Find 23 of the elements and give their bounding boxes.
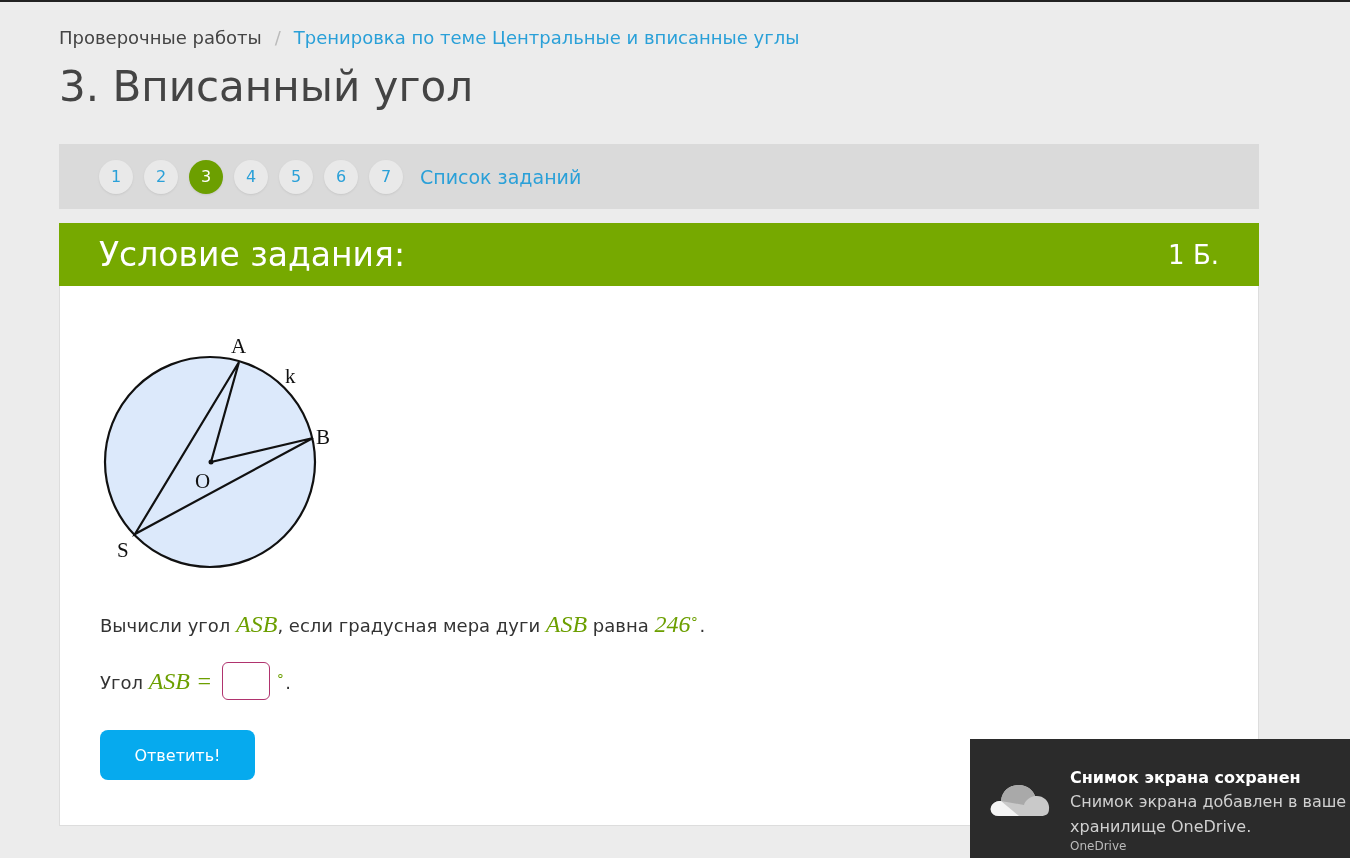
breadcrumb-separator: / bbox=[274, 27, 281, 48]
breadcrumb-link[interactable]: Тренировка по теме Центральные и вписанные углы bbox=[293, 27, 800, 48]
points-label: 1 Б. bbox=[1168, 239, 1219, 270]
notification-text: Снимок экрана добавлен в ваше bbox=[1070, 791, 1347, 813]
notification-text: хранилище OneDrive. bbox=[1070, 816, 1253, 838]
page-title: 3. Вписанный угол bbox=[59, 62, 474, 113]
breadcrumb-link[interactable]: Проверочные работы bbox=[59, 27, 262, 48]
page-number-button[interactable]: 6 bbox=[324, 159, 358, 194]
task-list-link[interactable]: Список заданий bbox=[420, 165, 582, 188]
page-number-button[interactable]: 4 bbox=[234, 159, 268, 194]
submit-button[interactable]: Ответить! bbox=[100, 730, 255, 781]
page-number-button[interactable]: 7 bbox=[369, 159, 403, 194]
page-number-button[interactable]: 5 bbox=[279, 159, 313, 194]
page-number-button[interactable]: 3 bbox=[189, 159, 223, 194]
page-number-button[interactable]: 2 bbox=[144, 159, 178, 194]
answer-label: Угол ASB = bbox=[100, 667, 213, 695]
notification-title: Снимок экрана сохранен bbox=[1070, 767, 1302, 789]
page-number-button[interactable]: 1 bbox=[99, 159, 133, 194]
task-question: Вычисли угол ASB, если градусная мера дуги ASB равна 246$^{∘}$. bbox=[100, 610, 707, 639]
answer-field[interactable] bbox=[222, 662, 271, 701]
notification-source: OneDrive bbox=[1070, 839, 1128, 854]
task-heading: Условие задания: bbox=[99, 235, 406, 275]
degree-label: $^{∘}$. bbox=[276, 667, 291, 696]
